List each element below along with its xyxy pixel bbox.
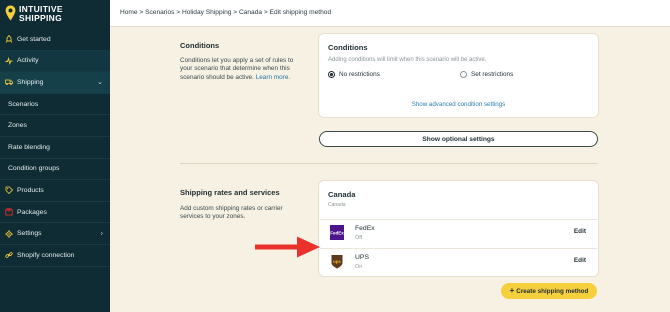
sidebar-item-get-started[interactable]: Get started bbox=[0, 29, 110, 51]
sidebar-item-label: Scenarios bbox=[8, 100, 39, 108]
carrier-status: Off bbox=[355, 235, 363, 241]
sidebar-item-label: Settings bbox=[17, 230, 42, 238]
rates-card-subtitle: Canada bbox=[328, 202, 346, 208]
edit-carrier-button[interactable]: Edit bbox=[574, 228, 586, 235]
radio-label: Set restrictions bbox=[471, 71, 514, 78]
conditions-section-title: Conditions bbox=[180, 41, 220, 50]
radio-no-restrictions[interactable]: No restrictions bbox=[328, 71, 380, 78]
conditions-card-title: Conditions bbox=[328, 43, 368, 52]
sidebar-item-label: Packages bbox=[17, 208, 47, 216]
sidebar-item-products[interactable]: Products bbox=[0, 180, 110, 202]
package-icon bbox=[5, 208, 13, 216]
carrier-status: On bbox=[355, 264, 363, 270]
radio-set-restrictions[interactable]: Set restrictions bbox=[460, 71, 513, 78]
activity-icon bbox=[5, 56, 13, 65]
rates-section-title: Shipping rates and services bbox=[180, 188, 280, 197]
gear-icon bbox=[5, 229, 13, 238]
advanced-conditions-link[interactable]: Show advanced condition settings bbox=[319, 101, 598, 108]
create-shipping-method-button[interactable]: + Create shipping method bbox=[501, 283, 597, 299]
radio-button[interactable] bbox=[460, 71, 467, 78]
rates-section-desc: Add custom shipping rates or carrier ser… bbox=[180, 205, 283, 221]
chevron-right-icon: › bbox=[100, 230, 103, 238]
svg-text:FedEx: FedEx bbox=[330, 231, 344, 236]
annotation-arrow-icon bbox=[255, 236, 320, 258]
plus-icon: + bbox=[509, 286, 515, 295]
sidebar: INTUITIVE SHIPPING Get started Activity … bbox=[0, 0, 110, 312]
sidebar-item-label: Get started bbox=[17, 35, 51, 43]
ups-logo: ups bbox=[331, 255, 343, 269]
truck-icon bbox=[5, 80, 13, 86]
sidebar-item-label: Zones bbox=[8, 122, 27, 130]
carrier-name: UPS bbox=[355, 254, 369, 261]
learn-more-link[interactable]: Learn more. bbox=[256, 74, 290, 81]
rates-card-title: Canada bbox=[328, 190, 356, 199]
radio-button-selected[interactable] bbox=[328, 71, 335, 78]
location-pin-icon bbox=[5, 5, 16, 21]
sidebar-item-label: Shipping bbox=[17, 78, 44, 86]
section-divider bbox=[180, 163, 598, 164]
fedex-logo: FedEx bbox=[330, 225, 344, 240]
sidebar-item-packages[interactable]: Packages bbox=[0, 202, 110, 224]
sidebar-item-label: Shopify connection bbox=[17, 251, 75, 259]
conditions-section-desc: Conditions let you apply a set of rules … bbox=[180, 57, 298, 82]
sidebar-item-condition-groups[interactable]: Condition groups bbox=[0, 158, 110, 181]
sidebar-item-rate-blending[interactable]: Rate blending bbox=[0, 136, 110, 159]
tag-icon bbox=[5, 187, 13, 195]
sidebar-item-activity[interactable]: Activity bbox=[0, 50, 110, 73]
sidebar-item-label: Rate blending bbox=[8, 143, 50, 151]
sidebar-item-scenarios[interactable]: Scenarios bbox=[0, 93, 110, 116]
carrier-row-fedex[interactable]: FedEx FedEx Off Edit bbox=[320, 219, 597, 245]
sidebar-item-shipping[interactable]: Shipping ⌄ bbox=[0, 72, 110, 94]
sidebar-item-label: Condition groups bbox=[8, 165, 60, 173]
conditions-hint: Adding conditions will limit when this s… bbox=[328, 57, 487, 63]
sidebar-item-zones[interactable]: Zones bbox=[0, 115, 110, 137]
brand-logo[interactable]: INTUITIVE SHIPPING bbox=[5, 5, 63, 23]
chevron-down-icon: ⌄ bbox=[97, 79, 103, 87]
sidebar-item-shopify-connection[interactable]: Shopify connection bbox=[0, 245, 110, 267]
carrier-row-ups[interactable]: ups UPS On Edit bbox=[320, 248, 597, 274]
conditions-card: Conditions Adding conditions will limit … bbox=[319, 34, 598, 117]
sidebar-item-label: Activity bbox=[17, 57, 39, 65]
sidebar-item-settings[interactable]: Settings › bbox=[0, 223, 110, 245]
link-icon bbox=[5, 252, 13, 259]
carrier-name: FedEx bbox=[355, 225, 375, 232]
rocket-icon bbox=[5, 35, 13, 44]
brand-line2: SHIPPING bbox=[19, 13, 63, 23]
sidebar-item-label: Products bbox=[17, 186, 44, 194]
create-shipping-method-label: Create shipping method bbox=[516, 287, 589, 295]
edit-carrier-button[interactable]: Edit bbox=[574, 257, 586, 264]
breadcrumb[interactable]: Home > Scenarios > Holiday Shipping > Ca… bbox=[120, 9, 331, 16]
radio-label: No restrictions bbox=[339, 71, 380, 78]
show-optional-settings-button[interactable]: Show optional settings bbox=[319, 131, 598, 147]
svg-text:ups: ups bbox=[333, 259, 341, 264]
sidebar-nav: Get started Activity Shipping ⌄ Scenario… bbox=[0, 29, 110, 267]
